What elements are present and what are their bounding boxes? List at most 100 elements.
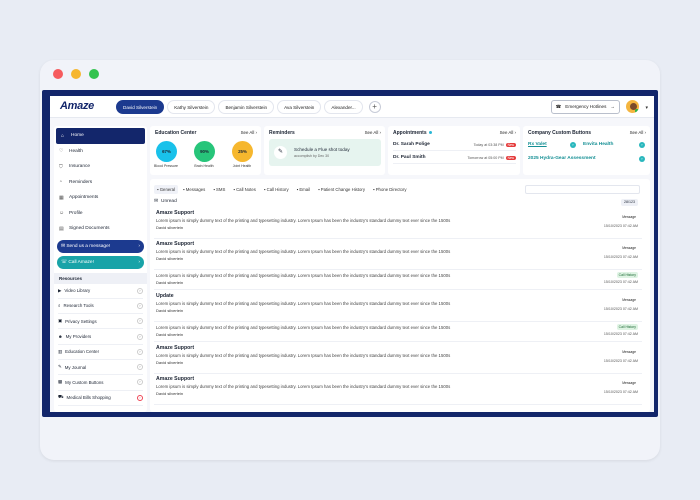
sidebar-item-reminders[interactable]: ◔ Reminders [54, 175, 147, 191]
resource-privacy-settings[interactable]: ▣ Privacy Settings › [58, 314, 143, 330]
sidebar-item-health[interactable]: ♡ Health [54, 144, 147, 160]
new-badge: New [505, 155, 516, 160]
resource-my-providers[interactable]: ☻ My Providers › [58, 329, 143, 345]
avatar[interactable] [625, 99, 640, 114]
send-message-button[interactable]: ✉ Send us a message! › [57, 239, 144, 253]
add-tab-button[interactable]: + [368, 101, 381, 113]
patient-tab[interactable]: Ava Silverstein [277, 100, 322, 114]
message-row[interactable]: Amaze Support Lorem ipsum is simply dumm… [154, 374, 642, 405]
new-badge: New [505, 142, 516, 147]
filter-tab-general[interactable]: ▪ General [154, 185, 179, 194]
sidebar-item-home[interactable]: ⌂ Home [56, 128, 145, 144]
call-amaze-button[interactable]: ☏ Call Amaze! › [57, 255, 144, 269]
joint-health-label: Joint Health [232, 164, 252, 168]
see-all-link[interactable]: See All › [630, 130, 646, 135]
brain-health-score[interactable]: 90% [194, 141, 215, 162]
appointment-doctor: Dr. Sarah Polige [393, 142, 430, 147]
message-date: 15/10/2023 07:42 AM [603, 332, 638, 336]
users-icon: ☻ [58, 334, 63, 340]
sidebar-item-profile[interactable]: ☺ Profile [54, 206, 147, 222]
lock-icon: ▣ [58, 318, 63, 324]
message-type-badge: Call History [616, 272, 638, 278]
chevron-right-icon: › [639, 155, 645, 162]
appointments-title: Appointments [393, 130, 427, 136]
custom-button-hydra-gear[interactable]: 2025 Hydra-Gear Assessment › [528, 153, 645, 164]
see-all-link[interactable]: See All › [365, 130, 381, 135]
filter-tab-email[interactable]: ▪ Email [293, 185, 314, 194]
chevron-right-icon: › [255, 130, 257, 135]
appointment-item[interactable]: Dr. Paul Smith Tomorrow at 05:00 PM New [393, 152, 516, 164]
patient-tab[interactable]: Alexander... [324, 100, 363, 114]
custom-button-envita-health[interactable]: Envita Health › [583, 139, 645, 150]
app-content: Amaze David Silverstein Kathy Silverstei… [50, 96, 654, 412]
patient-tab[interactable]: Kathy Silverstein [167, 100, 216, 114]
resource-label: My Journal [64, 364, 87, 370]
sidebar-item-appointments[interactable]: ▦ Appointments [54, 190, 147, 206]
sidebar-item-label: Signed Documents [69, 226, 110, 232]
message-row[interactable]: Lorem ipsum is simply dummy text of the … [154, 322, 642, 342]
appointment-item[interactable]: Dr. Sarah Polige Today at 03:38 PM New [393, 139, 516, 151]
amaze-logo[interactable]: Amaze [60, 100, 94, 112]
message-type-badge: Call History [616, 324, 638, 330]
custom-button-label: Envita Health [583, 142, 614, 147]
custom-button-rx-valet[interactable]: Rx Valet › [528, 139, 576, 150]
resource-my-journal[interactable]: ✎ My Journal › [58, 360, 143, 376]
see-all-link[interactable]: See All › [500, 130, 516, 135]
book-icon: ▥ [58, 348, 63, 354]
filter-tab-messages[interactable]: ▪ Messages [180, 185, 209, 194]
message-date: 15/10/2023 07:42 AM [603, 255, 638, 259]
message-counter: 28/123 [621, 199, 638, 206]
resource-label: My Providers [65, 334, 92, 340]
top-bar: Amaze David Silverstein Kathy Silverstei… [50, 96, 654, 118]
window-chrome [40, 60, 660, 89]
message-type-badge: Message [622, 381, 636, 385]
maximize-window-button[interactable] [89, 69, 99, 79]
close-window-button[interactable] [53, 69, 63, 79]
custom-button-label: Rx Valet [528, 142, 547, 147]
chevron-right-icon: › [379, 130, 381, 135]
message-date: 15/10/2023 07:42 AM [603, 280, 638, 284]
resource-label: Video Library [64, 288, 91, 294]
blood-pressure-label: Blood Pressure [154, 164, 178, 168]
search-input[interactable] [525, 185, 640, 194]
message-row[interactable]: Update Lorem ipsum is simply dummy text … [154, 291, 642, 322]
emergency-label: Emergency Hotlines [565, 104, 607, 109]
filter-tab-call-history[interactable]: ▪ Call History [260, 185, 292, 194]
filter-tab-patient-change-history[interactable]: ▪ Patient Change History [315, 185, 368, 194]
filter-label: Patient Change History [320, 187, 365, 192]
resource-my-custom-buttons[interactable]: ▩ My Custom Buttons › [58, 375, 143, 391]
filter-tab-call-notes[interactable]: ▪ Call Notes [230, 185, 259, 194]
sidebar-item-insurance[interactable]: ⛉ Insurance [54, 159, 147, 175]
see-all-link[interactable]: See All › [241, 130, 257, 135]
filter-tab-phone-directory[interactable]: ▪ Phone Directory [369, 185, 410, 194]
chevron-right-icon: › [514, 130, 516, 135]
patient-tab[interactable]: David Silverstein [116, 100, 165, 114]
resource-research-tools[interactable]: ⌕ Research Tools › [58, 299, 143, 315]
message-row[interactable]: Amaze Support Lorem ipsum is simply dumm… [154, 239, 642, 270]
send-message-label: Send us a message! [66, 243, 111, 249]
sidebar-item-signed-documents[interactable]: ▤ Signed Documents [54, 221, 147, 237]
chevron-down-icon[interactable]: ▾ [645, 105, 648, 111]
message-row[interactable]: Lorem ipsum is simply dummy text of the … [154, 270, 642, 290]
resources-heading: Resources [54, 272, 147, 284]
document-icon: ▤ [59, 225, 64, 232]
app-frame: Amaze David Silverstein Kathy Silverstei… [42, 90, 658, 417]
joint-health-score[interactable]: 25% [232, 141, 253, 162]
patient-tab[interactable]: Benjamin Silverstein [218, 100, 275, 114]
chevron-right-icon: › [137, 287, 143, 294]
sidebar-item-label: Reminders [69, 179, 93, 185]
resource-education-center[interactable]: ▥ Education Center › [58, 345, 143, 360]
minimize-window-button[interactable] [71, 69, 81, 79]
blood-pressure-score[interactable]: 67% [156, 141, 177, 162]
arrow-right-icon: → [610, 104, 615, 109]
message-row[interactable]: Amaze Support Lorem ipsum is simply dumm… [154, 343, 642, 374]
reminder-item[interactable]: ✎ Schedule a Flue shot today accomplish … [269, 139, 381, 166]
resource-medical-bills-shopping[interactable]: ⛟ Medical Bills Shopping › [58, 391, 143, 406]
message-date: 15/10/2023 07:42 AM [603, 390, 638, 394]
resource-video-library[interactable]: ▶ Video Library › [58, 284, 143, 299]
see-all-label: See All [629, 130, 644, 135]
emergency-hotlines-button[interactable]: ☎ Emergency Hotlines → [550, 100, 620, 114]
message-row[interactable]: Amaze Support Lorem ipsum is simply dumm… [154, 208, 642, 239]
logo-text: Amaze [60, 100, 94, 112]
filter-tab-sms[interactable]: ▪ SMS [210, 185, 229, 194]
